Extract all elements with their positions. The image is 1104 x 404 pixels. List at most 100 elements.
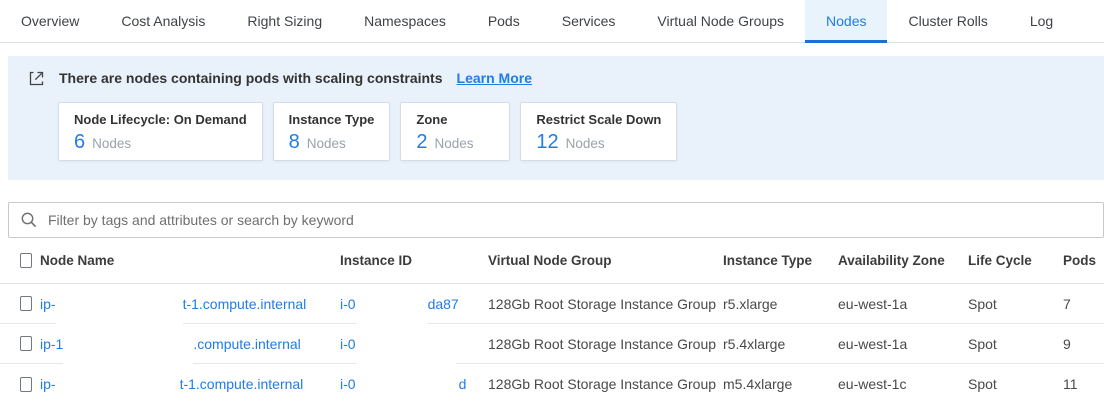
pods-cell: 9	[1063, 336, 1104, 352]
instance-id-link[interactable]: da87	[428, 296, 459, 312]
node-name-link[interactable]: t-1.compute.internal	[180, 376, 304, 392]
tab-nodes[interactable]: Nodes	[805, 0, 887, 42]
life-cycle-cell: Spot	[968, 376, 1063, 392]
search-input[interactable]	[48, 212, 1092, 228]
instance-id-cell: i-0 d	[340, 366, 488, 402]
node-name-cell: ip-t-1.compute.internal	[40, 286, 340, 322]
tab-label: Services	[562, 13, 616, 29]
tab-label: Cluster Rolls	[908, 13, 987, 29]
card-unit: Nodes	[92, 136, 131, 151]
tab-label: Overview	[21, 13, 79, 29]
card-title: Instance Type	[289, 112, 375, 127]
instance-type-cell: m5.4xlarge	[723, 376, 838, 392]
column-header-node-name: Node Name	[40, 253, 340, 268]
table-header-row: Node Name Instance ID Virtual Node Group…	[0, 238, 1104, 284]
column-header-instance-id: Instance ID	[340, 253, 488, 268]
virtual-node-group-cell: 128Gb Root Storage Instance Group	[488, 296, 723, 312]
tab-label: Pods	[488, 13, 520, 29]
tab-pods[interactable]: Pods	[467, 0, 541, 42]
row-checkbox[interactable]	[20, 377, 32, 392]
banner-message: There are nodes containing pods with sca…	[59, 70, 443, 86]
constraint-card-zone[interactable]: Zone 2 Nodes	[400, 102, 510, 161]
instance-type-cell: r5.xlarge	[723, 296, 838, 312]
card-count: 2	[416, 132, 427, 152]
redaction-box	[56, 289, 183, 325]
column-header-life-cycle: Life Cycle	[968, 253, 1063, 268]
nodes-table: Node Name Instance ID Virtual Node Group…	[0, 238, 1104, 404]
card-value: 12 Nodes	[536, 132, 661, 152]
tab-virtual-node-groups[interactable]: Virtual Node Groups	[636, 0, 805, 42]
instance-id-cell: i-0	[340, 326, 488, 362]
tab-bar: Overview Cost Analysis Right Sizing Name…	[0, 0, 1104, 43]
table-row: ip-t-1.compute.internal i-0 da87 128Gb Ro…	[0, 284, 1104, 324]
instance-id-link[interactable]: i-0	[340, 296, 356, 312]
redaction-box	[356, 289, 428, 325]
search-icon	[20, 211, 38, 229]
card-title: Restrict Scale Down	[536, 112, 661, 127]
tab-label: Log	[1030, 13, 1053, 29]
banner-message-row: There are nodes containing pods with sca…	[28, 68, 1084, 88]
tab-cluster-rolls[interactable]: Cluster Rolls	[887, 0, 1008, 42]
scaling-constraints-banner: There are nodes containing pods with sca…	[8, 56, 1104, 180]
constraint-cards: Node Lifecycle: On Demand 6 Nodes Instan…	[58, 102, 1084, 161]
tab-right-sizing[interactable]: Right Sizing	[226, 0, 343, 42]
node-name-link[interactable]: ip-	[40, 376, 56, 392]
availability-zone-cell: eu-west-1a	[838, 296, 968, 312]
tab-cost-analysis[interactable]: Cost Analysis	[100, 0, 226, 42]
card-title: Node Lifecycle: On Demand	[74, 112, 247, 127]
availability-zone-cell: eu-west-1c	[838, 376, 968, 392]
constraint-card-instance-type[interactable]: Instance Type 8 Nodes	[273, 102, 391, 161]
learn-more-link[interactable]: Learn More	[457, 70, 532, 86]
constraint-card-node-lifecycle[interactable]: Node Lifecycle: On Demand 6 Nodes	[58, 102, 263, 161]
node-name-cell: ip-t-1.compute.internal	[40, 366, 340, 402]
column-header-pods: Pods	[1063, 253, 1104, 268]
node-name-cell: ip-1 .compute.internal	[40, 326, 340, 362]
card-count: 12	[536, 132, 558, 152]
pods-cell: 7	[1063, 296, 1104, 312]
tab-namespaces[interactable]: Namespaces	[343, 0, 467, 42]
card-title: Zone	[416, 112, 494, 127]
instance-id-cell: i-0 da87	[340, 286, 488, 322]
instance-id-link[interactable]: i-0	[340, 336, 356, 352]
card-value: 8 Nodes	[289, 132, 375, 152]
redaction-box	[56, 369, 180, 404]
instance-id-link[interactable]: i-0	[340, 376, 356, 392]
tab-label: Virtual Node Groups	[657, 13, 784, 29]
card-value: 6 Nodes	[74, 132, 247, 152]
scale-up-icon	[28, 70, 45, 87]
life-cycle-cell: Spot	[968, 296, 1063, 312]
virtual-node-group-cell: 128Gb Root Storage Instance Group	[488, 336, 723, 352]
tab-label: Right Sizing	[247, 13, 322, 29]
tab-label: Namespaces	[364, 13, 446, 29]
select-all-checkbox[interactable]	[20, 253, 32, 268]
node-name-link[interactable]: .compute.internal	[193, 336, 300, 352]
row-checkbox[interactable]	[20, 296, 32, 311]
constraint-card-restrict-scale-down[interactable]: Restrict Scale Down 12 Nodes	[520, 102, 677, 161]
instance-id-link[interactable]: d	[459, 376, 467, 392]
node-name-link[interactable]: ip-	[40, 296, 56, 312]
tab-overview[interactable]: Overview	[0, 0, 100, 42]
tab-log[interactable]: Log	[1009, 0, 1074, 42]
node-name-link[interactable]: t-1.compute.internal	[183, 296, 307, 312]
tab-label: Nodes	[826, 13, 866, 29]
row-checkbox[interactable]	[20, 336, 32, 351]
redaction-box	[356, 369, 459, 404]
table-row: ip-t-1.compute.internal i-0d 128Gb Root …	[0, 364, 1104, 404]
card-unit: Nodes	[307, 136, 346, 151]
filter-search-box	[8, 202, 1104, 238]
card-count: 6	[74, 132, 85, 152]
card-count: 8	[289, 132, 300, 152]
redaction-box	[356, 329, 456, 365]
instance-type-cell: r5.4xlarge	[723, 336, 838, 352]
card-unit: Nodes	[566, 136, 605, 151]
tab-services[interactable]: Services	[541, 0, 637, 42]
column-header-virtual-node-group: Virtual Node Group	[488, 253, 723, 268]
table-row: ip-1 .compute.internal i-0 128Gb Root Sto…	[0, 324, 1104, 364]
life-cycle-cell: Spot	[968, 336, 1063, 352]
pods-cell: 11	[1063, 376, 1104, 392]
node-name-link[interactable]: ip-1	[40, 336, 63, 352]
availability-zone-cell: eu-west-1a	[838, 336, 968, 352]
card-unit: Nodes	[435, 136, 474, 151]
card-value: 2 Nodes	[416, 132, 494, 152]
column-header-availability-zone: Availability Zone	[838, 253, 968, 268]
